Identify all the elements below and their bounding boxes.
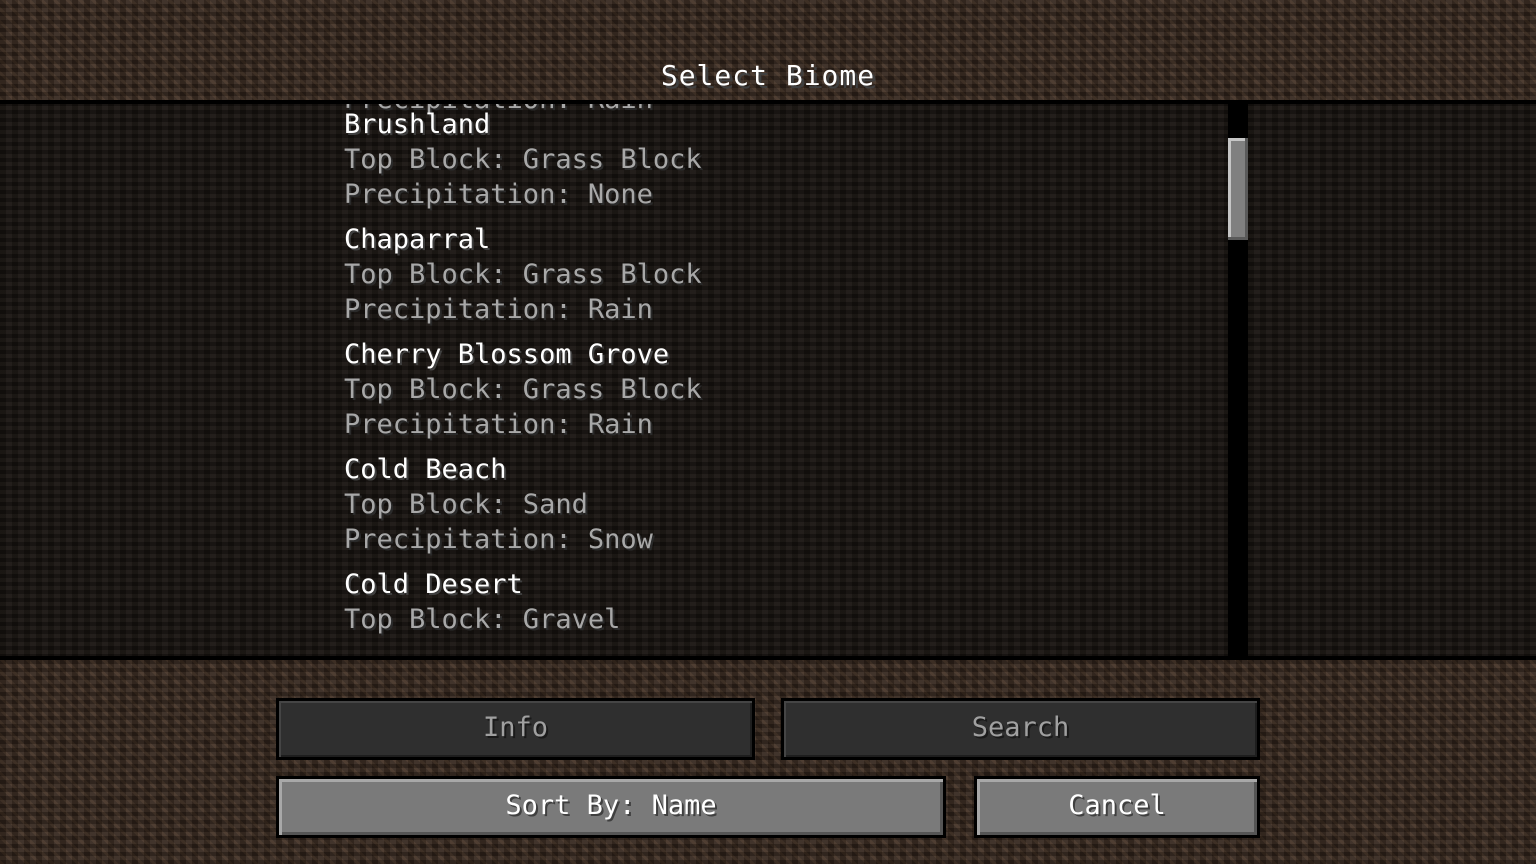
biome-top-block: Top Block: Grass Block	[344, 259, 702, 290]
cancel-button[interactable]: Cancel	[974, 776, 1260, 838]
list-scrollbar-track[interactable]	[1228, 104, 1248, 658]
list-scrollbar-thumb[interactable]	[1228, 138, 1248, 240]
biome-top-block: Top Block: Grass Block	[344, 374, 702, 405]
header-bar: Select Biome	[0, 0, 1536, 100]
list-bottom-divider	[0, 656, 1536, 660]
list-item-cold-beach[interactable]: Cold Beach Top Block: Sand Precipitation…	[344, 427, 1204, 555]
list-item-cherry-blossom-grove[interactable]: Cherry Blossom Grove Top Block: Grass Bl…	[344, 312, 1204, 440]
list-item-cold-desert[interactable]: Cold Desert Top Block: Gravel	[344, 542, 1204, 657]
biome-top-block: Top Block: Gravel	[344, 604, 621, 635]
info-button[interactable]: Info	[276, 698, 755, 760]
biome-name: Brushland	[344, 109, 491, 140]
biome-name: Chaparral	[344, 224, 491, 255]
search-button[interactable]: Search	[781, 698, 1260, 760]
list-item-brushland[interactable]: Brushland Top Block: Grass Block Precipi…	[344, 104, 1204, 210]
biome-list-content: Precipitation: Rain Brushland Top Block:…	[344, 104, 1204, 657]
biome-name: Cold Beach	[344, 454, 507, 485]
biome-name: Cold Desert	[344, 569, 523, 600]
sort-by-button[interactable]: Sort By: Name	[276, 776, 946, 838]
biome-list[interactable]: Precipitation: Rain Brushland Top Block:…	[0, 104, 1536, 658]
biome-top-block: Top Block: Grass Block	[344, 144, 702, 175]
biome-name: Cherry Blossom Grove	[344, 339, 670, 370]
biome-top-block: Top Block: Sand	[344, 489, 588, 520]
list-item-chaparral[interactable]: Chaparral Top Block: Grass Block Precipi…	[344, 197, 1204, 325]
screen-title: Select Biome	[660, 59, 876, 92]
